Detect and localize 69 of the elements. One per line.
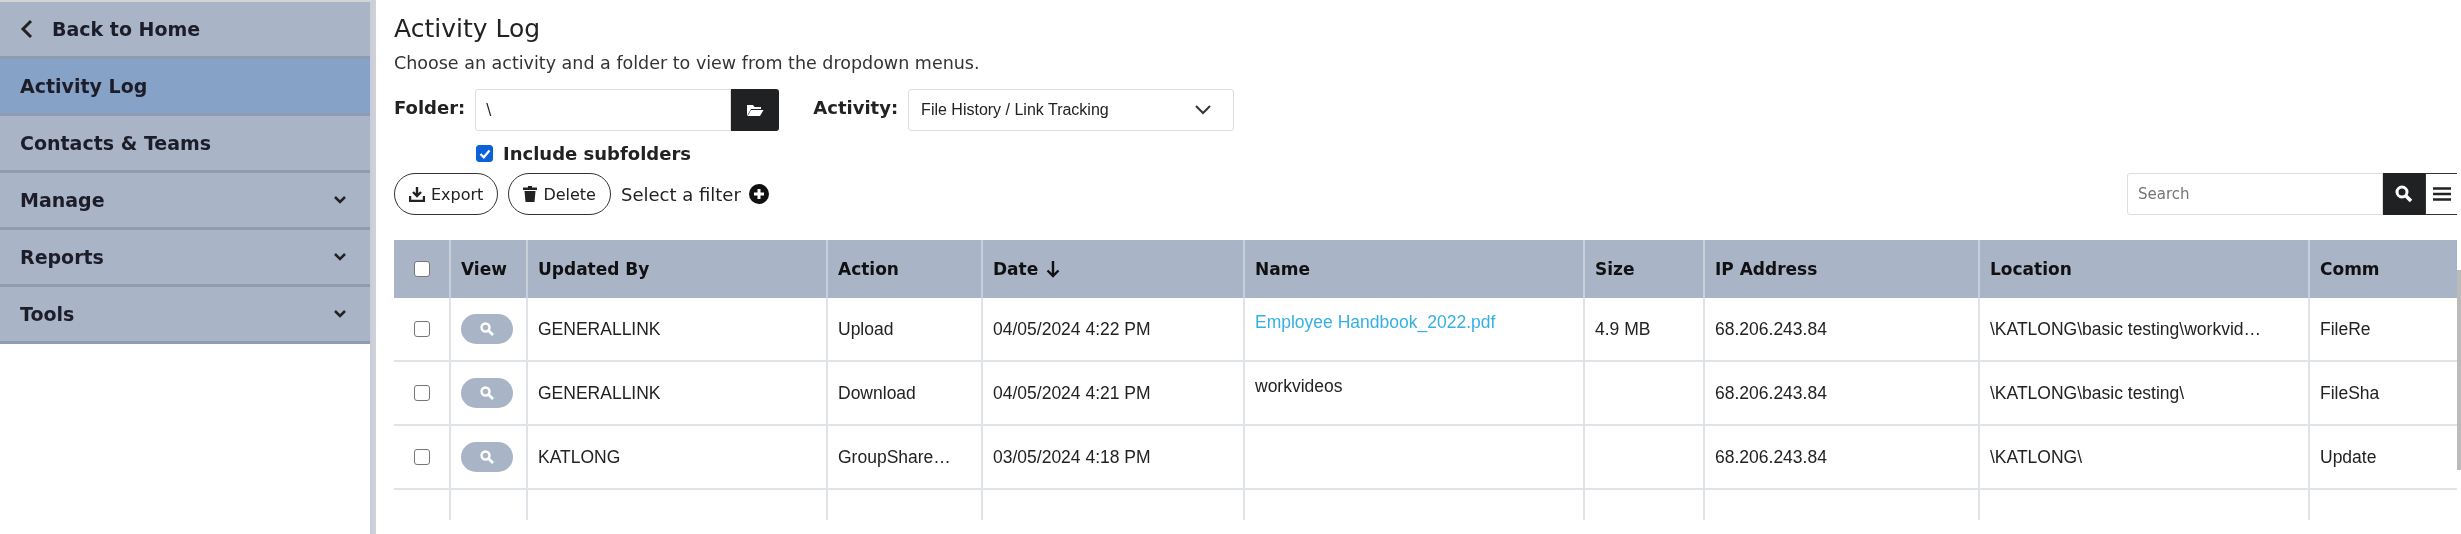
table-cell: 03/05/2024 4:18 PM [993, 446, 1151, 468]
chevron-down-icon [1195, 105, 1212, 115]
select-all-checkbox[interactable] [413, 261, 430, 277]
table-cell: 68.206.243.84 [1715, 318, 1827, 340]
column-header[interactable]: View [461, 259, 507, 279]
table-cell: GroupShare… [838, 446, 951, 468]
trash-icon [523, 186, 538, 202]
table-cell: Update [2320, 446, 2377, 468]
column-header[interactable]: Date [993, 259, 1061, 279]
chevron-down-icon [334, 253, 346, 261]
search-button[interactable] [2383, 173, 2425, 215]
folder-label: Folder: [394, 97, 466, 118]
delete-button[interactable]: Delete [508, 173, 611, 215]
plus-circle-icon [748, 184, 769, 204]
row-checkbox[interactable] [413, 385, 430, 401]
sidebar-item[interactable]: Contacts & Teams [0, 116, 370, 173]
menu-icon [2432, 187, 2451, 201]
download-icon [409, 186, 425, 202]
table-cell: KATLONG [538, 446, 621, 468]
activity-dropdown[interactable]: File History / Link Tracking [908, 89, 1235, 131]
table-cell: \KATLONG\basic testing\ [1990, 382, 2185, 404]
page-title: Activity Log [394, 14, 542, 43]
search-icon [480, 322, 494, 336]
sort-descending-icon [1046, 260, 1061, 278]
table-cell: FileRe [2320, 318, 2371, 340]
column-header[interactable]: Updated By [538, 259, 650, 279]
browse-folder-button[interactable] [731, 89, 780, 131]
table-cell: GENERALLINK [538, 318, 661, 340]
folder-field[interactable]: \ [475, 89, 732, 131]
page-description: Choose an activity and a folder to view from the dropdown menus. [394, 53, 981, 73]
table-cell: FileSha [2320, 382, 2380, 404]
row-checkbox[interactable] [413, 449, 430, 465]
table-cell: 04/05/2024 4:22 PM [993, 318, 1151, 340]
menu-button[interactable] [2425, 173, 2457, 215]
include-subfolders-checkbox[interactable] [476, 145, 493, 162]
search-icon [480, 450, 494, 464]
folder-icon [746, 103, 765, 117]
column-header[interactable]: Location [1990, 259, 2072, 279]
export-button[interactable]: Export [394, 173, 499, 215]
column-header[interactable]: IP Address [1715, 259, 1818, 279]
table-cell: 68.206.243.84 [1715, 446, 1827, 468]
column-header[interactable]: Name [1255, 259, 1310, 279]
row-checkbox[interactable] [413, 321, 430, 337]
table-cell: Upload [838, 318, 894, 340]
table-cell: Download [838, 382, 916, 404]
table-cell: 68.206.243.84 [1715, 382, 1827, 404]
sidebar-item[interactable]: Manage [0, 173, 370, 230]
back-to-home-link[interactable]: Back to Home [0, 2, 370, 59]
sidebar-item[interactable]: Tools [0, 287, 370, 344]
table-cell: 4.9 MB [1595, 318, 1651, 340]
search-icon [2395, 185, 2413, 203]
sidebar-item[interactable]: Activity Log [0, 59, 370, 116]
scrollbar[interactable] [2457, 270, 2461, 470]
table-cell: GENERALLINK [538, 382, 661, 404]
sidebar-item[interactable]: Reports [0, 230, 370, 287]
column-header[interactable]: Action [838, 259, 899, 279]
activity-label: Activity: [813, 97, 899, 118]
add-filter-button[interactable]: Select a filter [620, 183, 769, 205]
table-cell: 04/05/2024 4:21 PM [993, 382, 1151, 404]
table-cell: workvideos [1255, 376, 1343, 397]
chevron-down-icon [334, 196, 346, 204]
chevron-down-icon [334, 310, 346, 318]
column-header[interactable]: Comm [2320, 259, 2380, 279]
search-icon [480, 386, 494, 400]
include-subfolders-label: Include subfolders [503, 143, 691, 164]
column-header[interactable]: Size [1595, 259, 1635, 279]
table-cell: \KATLONG\basic testing\workvid… [1990, 318, 2261, 340]
search-field[interactable]: Search [2127, 173, 2383, 215]
table-cell: \KATLONG\ [1990, 446, 2083, 468]
